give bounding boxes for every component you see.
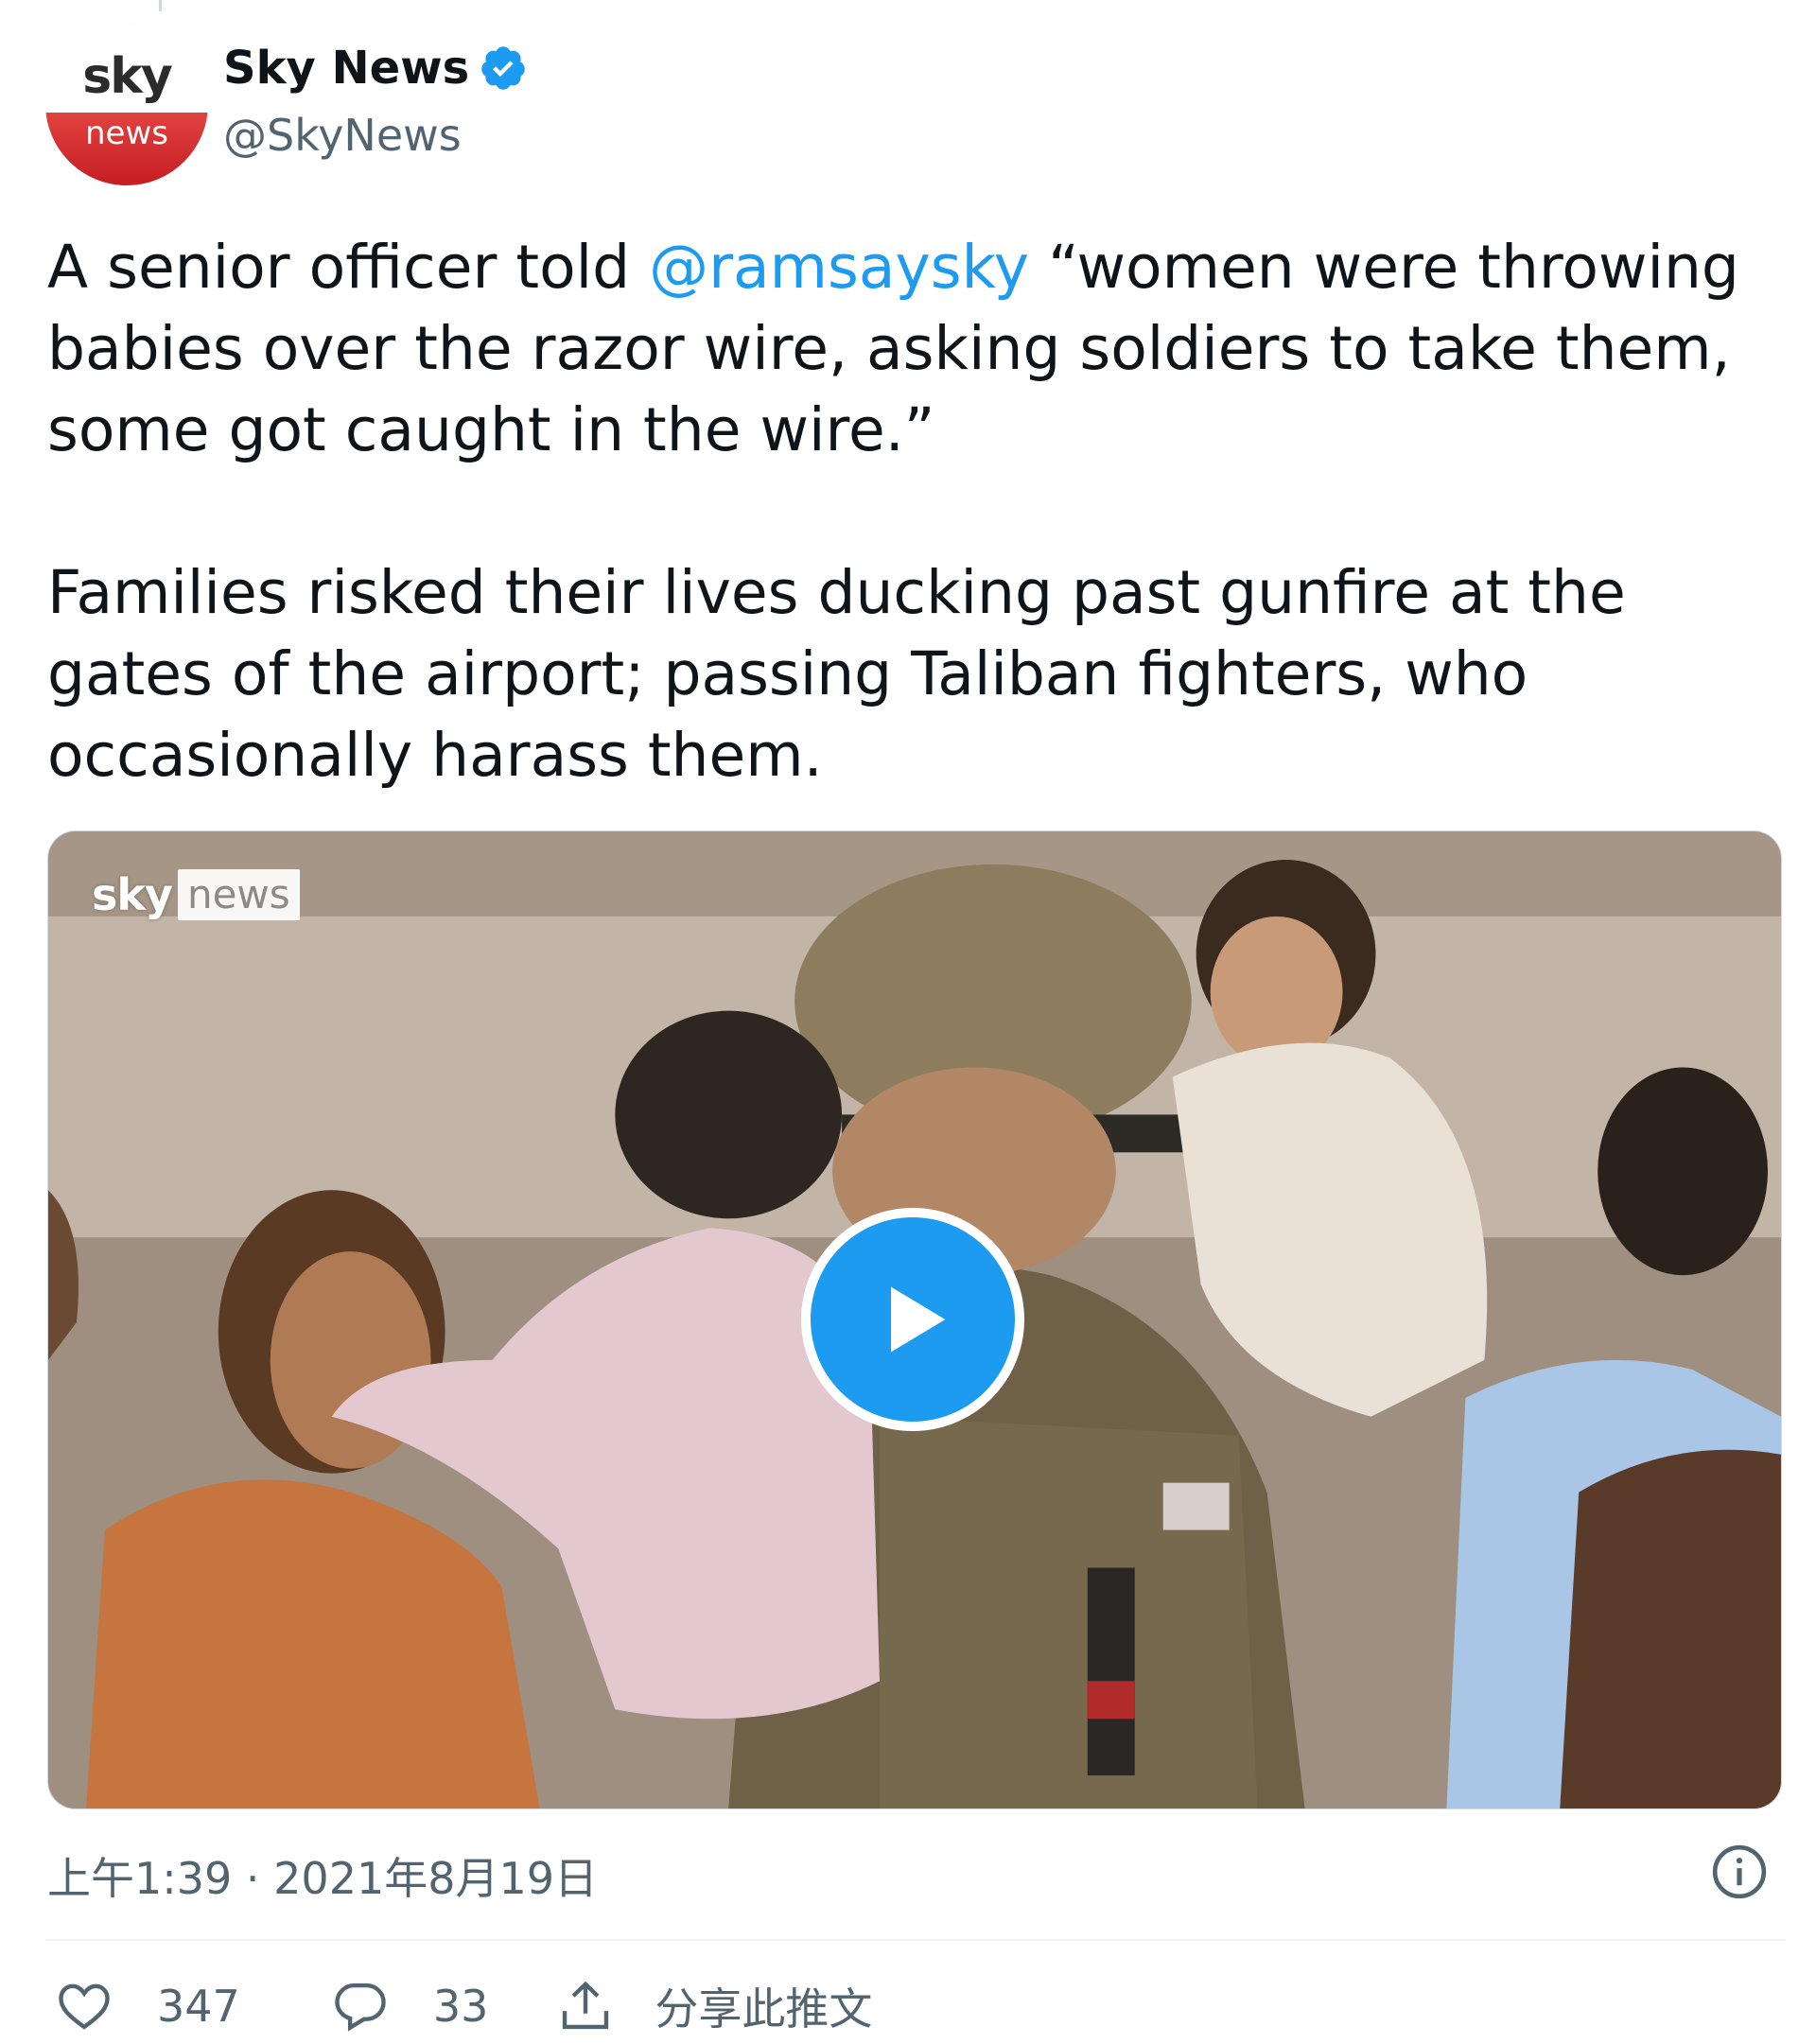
share-icon bbox=[563, 1981, 609, 2030]
sky-news-watermark: sky news bbox=[92, 869, 300, 920]
watermark-news-text: news bbox=[177, 869, 300, 920]
info-icon[interactable] bbox=[1710, 1843, 1769, 1901]
tweet-text: A senior officer told @ramsaysky “women … bbox=[47, 227, 1788, 796]
tweet-timestamp[interactable]: 上午1:39 · 2021年8月19日 bbox=[47, 1844, 598, 1907]
play-icon bbox=[891, 1286, 946, 1353]
verified-badge-icon bbox=[481, 46, 525, 90]
video-thumbnail[interactable]: sky news bbox=[47, 830, 1782, 1809]
author-name[interactable]: Sky News bbox=[223, 42, 469, 95]
divider bbox=[45, 1939, 1786, 1941]
author-name-row[interactable]: Sky News bbox=[223, 42, 528, 95]
like-button[interactable]: 347 bbox=[55, 1977, 240, 2035]
tweet-paragraph-2: Families risked their lives ducking past… bbox=[47, 558, 1626, 790]
reply-count: 33 bbox=[432, 1981, 489, 2032]
mention-link[interactable]: @ramsaysky bbox=[649, 233, 1029, 302]
share-label: 分享此推文 bbox=[655, 1983, 873, 2035]
heart-icon bbox=[59, 1983, 110, 2030]
share-button[interactable]: 分享此推文 bbox=[556, 1975, 872, 2037]
tweet-actions: 347 33 分享此推文 bbox=[55, 1975, 872, 2037]
avatar-logo-news: news bbox=[85, 114, 168, 152]
reply-bubble-icon bbox=[335, 1983, 386, 2032]
play-button[interactable] bbox=[801, 1208, 1024, 1431]
like-count: 347 bbox=[157, 1981, 240, 2032]
thread-line bbox=[159, 0, 162, 11]
tweet-text-before-mention: A senior officer told bbox=[47, 233, 650, 302]
reply-button[interactable]: 33 bbox=[331, 1977, 489, 2035]
author-handle[interactable]: @SkyNews bbox=[223, 110, 462, 161]
tweet-paragraph-1: A senior officer told @ramsaysky “women … bbox=[47, 227, 1788, 471]
avatar[interactable]: sky news bbox=[45, 23, 208, 185]
watermark-sky-text: sky bbox=[92, 869, 173, 920]
avatar-logo-sky: sky bbox=[82, 48, 172, 106]
